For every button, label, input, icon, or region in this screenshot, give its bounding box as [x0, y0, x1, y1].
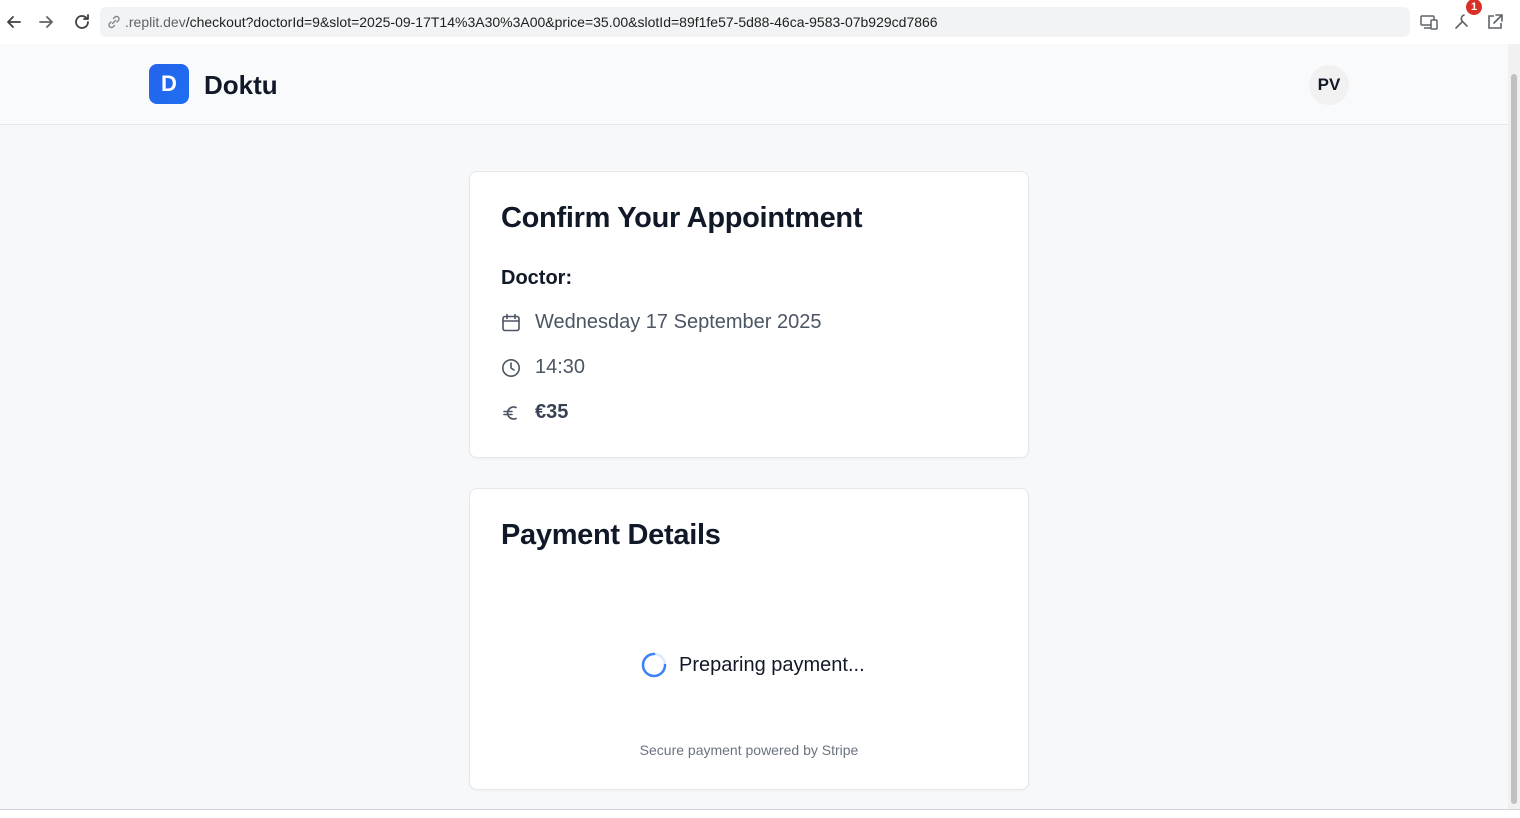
appointment-price: €35 — [535, 401, 569, 423]
payment-card: Payment Details Preparing payment... Sec… — [469, 488, 1029, 790]
forward-arrow-icon[interactable] — [32, 8, 60, 36]
loading-spinner-icon — [641, 652, 667, 678]
back-arrow-icon[interactable] — [0, 8, 28, 36]
appointment-time: 14:30 — [535, 356, 586, 378]
price-row: €35 — [500, 401, 568, 424]
appointment-date: Wednesday 17 September 2025 — [535, 311, 822, 333]
date-row: Wednesday 17 September 2025 — [500, 311, 822, 334]
window-bottom-edge — [0, 809, 1520, 818]
secure-payment-note: Secure payment powered by Stripe — [639, 742, 859, 758]
page-scrollbar[interactable] — [1508, 44, 1520, 809]
time-row: 14:30 — [500, 356, 585, 379]
open-external-icon[interactable] — [1481, 8, 1509, 36]
calendar-icon — [500, 312, 522, 334]
browser-toolbar: .replit.dev/checkout?doctorId=9&slot=202… — [0, 0, 1520, 44]
doctor-label: Doctor: — [501, 267, 573, 289]
reload-icon[interactable] — [68, 8, 96, 36]
appointment-title: Confirm Your Appointment — [501, 202, 863, 234]
user-avatar[interactable]: PV — [1309, 65, 1349, 105]
url-path: /checkout?doctorId=9&slot=2025-09-17T14%… — [185, 14, 938, 30]
payment-status: Preparing payment... — [640, 651, 865, 679]
app-header: D Doktu PV — [0, 44, 1508, 125]
clock-icon — [500, 357, 522, 379]
scrollbar-thumb[interactable] — [1511, 74, 1517, 804]
link-icon — [106, 14, 122, 30]
euro-icon — [500, 402, 522, 424]
extension-wrench-icon[interactable]: 1 — [1448, 0, 1482, 36]
logo-mark[interactable]: D — [149, 64, 189, 104]
address-bar[interactable]: .replit.dev/checkout?doctorId=9&slot=202… — [100, 7, 1410, 37]
devices-icon[interactable] — [1415, 8, 1443, 36]
payment-title: Payment Details — [501, 519, 721, 551]
url-host: .replit.dev — [125, 14, 186, 30]
payment-status-text: Preparing payment... — [679, 653, 865, 676]
appointment-card: Confirm Your Appointment Doctor: Wednesd… — [469, 171, 1029, 458]
extension-badge: 1 — [1466, 0, 1482, 15]
brand-name[interactable]: Doktu — [204, 70, 278, 101]
